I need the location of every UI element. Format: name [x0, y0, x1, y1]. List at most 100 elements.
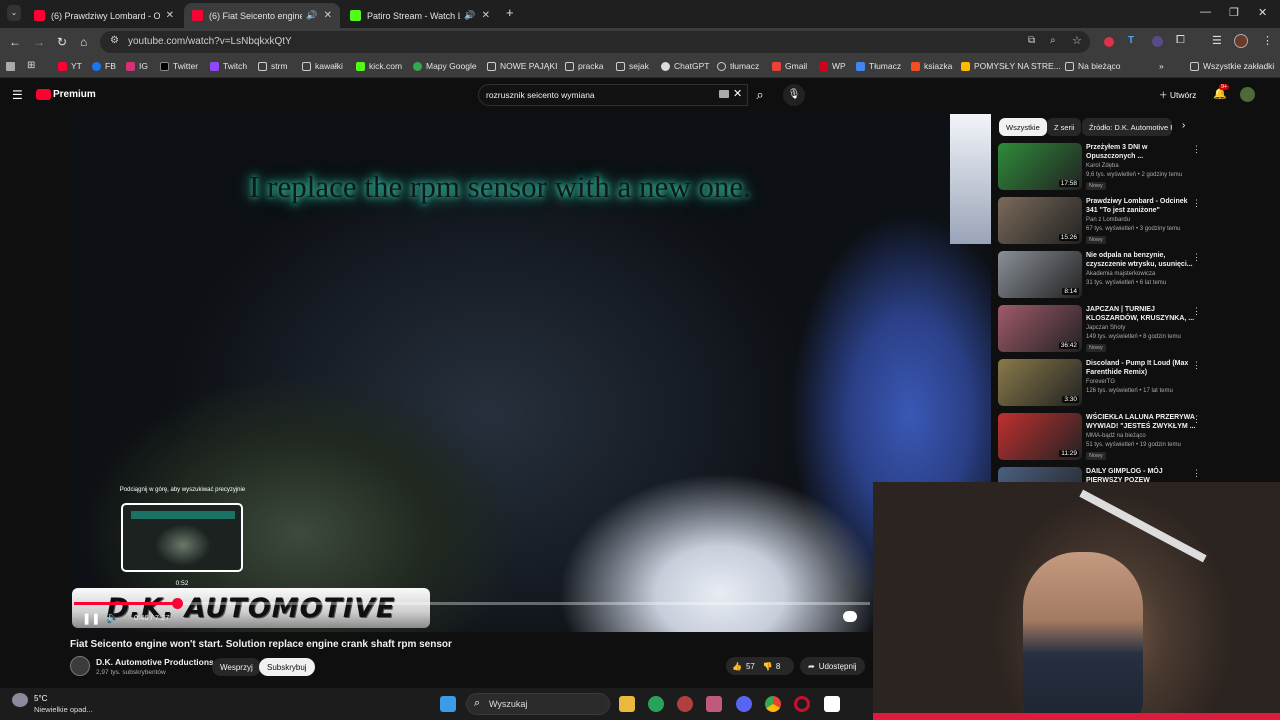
discord-icon[interactable] [736, 696, 752, 712]
search-button-icon[interactable]: ⌕ [748, 84, 772, 106]
all-bookmarks[interactable]: Wszystkie zakładki [1190, 61, 1274, 71]
browser-tab-1[interactable]: (6) Prawdziwy Lombard - Odcin ✕ [26, 3, 182, 28]
browser-tab-3[interactable]: Patiro Stream - Watch Live 🔊 ✕ [342, 3, 498, 28]
keyboard-icon[interactable] [719, 90, 729, 98]
recommendation-title[interactable]: Discoland - Pump It Loud (Max Farenthide… [1086, 359, 1198, 377]
forward-icon[interactable]: → [33, 35, 45, 49]
create-button[interactable]: ＋ Utwórz [1159, 89, 1196, 101]
bookmark-twitter[interactable]: Twitter [160, 61, 198, 71]
translate-extension-icon[interactable]: T [1128, 35, 1134, 46]
support-button[interactable]: Wesprzyj [212, 658, 261, 676]
home-icon[interactable]: ⌂ [80, 35, 87, 49]
bookmark-pomysly[interactable]: POMYSŁY NA STRE... [961, 61, 1061, 71]
more-bookmarks-chevron-icon[interactable]: » [1159, 61, 1164, 71]
file-explorer-icon[interactable] [619, 696, 635, 712]
tab-search-icon[interactable]: ☰ [1212, 34, 1222, 47]
volume-icon[interactable]: 🔈 [106, 611, 120, 624]
browser-tab-2[interactable]: (6) Fiat Seicento engine wo 🔊 ✕ [184, 3, 340, 28]
recommendation-channel[interactable]: Karol Zdęba [1086, 163, 1119, 169]
reading-list-icon[interactable] [6, 62, 15, 71]
pause-icon[interactable]: ❚❚ [82, 612, 100, 625]
bookmark-na-biezaco[interactable]: Na bieżąco [1065, 61, 1121, 71]
bookmark-fb[interactable]: FB [92, 61, 116, 71]
hamburger-menu-icon[interactable]: ☰ [12, 88, 23, 102]
close-tab-icon[interactable]: ✕ [166, 10, 174, 21]
opera-icon[interactable] [794, 696, 810, 712]
bookmark-twitch[interactable]: Twitch [210, 61, 247, 71]
chip-all[interactable]: Wszystkie [999, 118, 1047, 136]
bookmark-ig[interactable]: IG [126, 61, 148, 71]
bookmark-sejak[interactable]: sejak [616, 61, 649, 71]
speaker-icon[interactable]: 🔊 [464, 10, 475, 21]
like-count[interactable]: 57 [746, 662, 755, 671]
recommendation-item[interactable]: 8:14 Nie odpala na benzynie, czyszczenie … [998, 251, 1208, 303]
youtube-premium-logo[interactable]: Premium [53, 89, 96, 100]
site-info-icon[interactable]: ⚙ [110, 35, 119, 46]
recommendation-channel[interactable]: MMA-bądź na bieżąco [1086, 433, 1146, 439]
back-icon[interactable]: ← [9, 35, 21, 49]
like-icon[interactable]: 👍 [732, 662, 742, 671]
subscribe-button[interactable]: Subskrybuj [259, 658, 315, 676]
weather-temp[interactable]: 5°C [34, 694, 47, 703]
search-box[interactable]: rozrusznik seicento wymiana ✕ [478, 84, 748, 106]
bookmark-tlumacz[interactable]: tłumacz [717, 61, 759, 71]
close-tab-icon[interactable]: ✕ [324, 10, 332, 21]
recommendation-channel[interactable]: Pan z Lombardu [1086, 217, 1130, 223]
search-input[interactable]: rozrusznik seicento wymiana [486, 90, 595, 100]
channel-name[interactable]: D.K. Automotive Productions [96, 657, 214, 667]
bookmark-yt[interactable]: YT [58, 61, 82, 71]
bookmark-star-icon[interactable]: ☆ [1072, 34, 1082, 47]
url-text[interactable]: youtube.com/watch?v=LsNbqkxkQtY [128, 36, 292, 47]
minimize-icon[interactable]: — [1200, 6, 1211, 18]
capcut-icon[interactable] [824, 696, 840, 712]
more-actions-icon[interactable]: ⋮ [1192, 306, 1201, 317]
more-actions-icon[interactable]: ⋮ [1192, 198, 1201, 209]
extensions-puzzle-icon[interactable]: ⧠ [1176, 34, 1185, 47]
recommendation-item[interactable]: 17:58 Przeżyłem 3 DNI w Opuszczonych ... K… [998, 143, 1208, 195]
more-actions-icon[interactable]: ⋮ [1192, 414, 1201, 425]
tab-list-chevron-icon[interactable]: ⌄ [7, 5, 21, 21]
bookmark-tlumacz-2[interactable]: Tłumacz [856, 61, 901, 71]
recommendation-item[interactable]: 11:29 WŚCIEKŁA LALUNA PRZERYWA WYWIAD! "J… [998, 413, 1208, 465]
progress-bar[interactable] [74, 598, 870, 609]
recommendation-item[interactable]: 15:26 Prawdziwy Lombard - Odcinek 341 "To… [998, 197, 1208, 249]
recommendation-thumbnail[interactable]: 11:29 [998, 413, 1082, 460]
more-actions-icon[interactable]: ⋮ [1192, 360, 1201, 371]
recommendation-item[interactable]: 36:42 JAPCZAN | TURNIEJ KLOSZARDÓW, KRUSZ… [998, 305, 1208, 357]
youtube-logo-icon[interactable] [36, 89, 51, 100]
profile-avatar-icon[interactable] [1234, 34, 1248, 48]
weather-desc[interactable]: Niewielkie opad... [34, 705, 93, 714]
bookmark-chatgpt[interactable]: ChatGPT [661, 61, 709, 71]
recommendation-channel[interactable]: Japczan Shoty [1086, 325, 1125, 331]
autoplay-toggle-icon[interactable] [843, 611, 857, 622]
zoom-icon[interactable]: ⌕ [1050, 35, 1056, 46]
recommendation-title[interactable]: Nie odpala na benzynie, czyszczenie wtry… [1086, 251, 1198, 269]
recommendation-thumbnail[interactable]: 17:58 [998, 143, 1082, 190]
more-actions-icon[interactable]: ⋮ [1192, 144, 1201, 155]
recommendation-item[interactable]: 3:30 Discoland - Pump It Loud (Max Farent… [998, 359, 1208, 411]
bookmark-nowe-pajaki[interactable]: NOWE PAJĄKI [487, 61, 557, 71]
speaker-icon[interactable]: 🔊 [306, 10, 317, 21]
bookmark-kick[interactable]: kick.com [356, 61, 402, 71]
recommendation-title[interactable]: WŚCIEKŁA LALUNA PRZERYWA WYWIAD! "JESTEŚ… [1086, 413, 1198, 431]
share-button[interactable]: ➦ Udostępnij [800, 657, 865, 675]
channel-avatar[interactable] [70, 656, 90, 676]
clear-search-icon[interactable]: ✕ [733, 87, 742, 100]
app-icon[interactable] [677, 696, 693, 712]
extension-icon[interactable] [1152, 36, 1163, 47]
dislike-icon[interactable]: 👎 [763, 662, 773, 671]
bookmark-kawalki[interactable]: kawałki [302, 61, 343, 71]
voice-search-icon[interactable]: 🎙 [783, 84, 805, 106]
chip-source[interactable]: Źródło: D.K. Automotive Pr [1082, 118, 1172, 136]
record-extension-icon[interactable] [1104, 37, 1114, 47]
recommendation-thumbnail[interactable]: 3:30 [998, 359, 1082, 406]
recommendation-thumbnail[interactable]: 36:42 [998, 305, 1082, 352]
recommendation-title[interactable]: Przeżyłem 3 DNI w Opuszczonych ... [1086, 143, 1198, 161]
bookmark-gmail[interactable]: Gmail [772, 61, 807, 71]
start-menu-icon[interactable] [440, 696, 456, 712]
new-tab-icon[interactable]: + [506, 5, 514, 20]
recommendation-thumbnail[interactable]: 8:14 [998, 251, 1082, 298]
maximize-icon[interactable]: ❐ [1229, 6, 1239, 19]
recommendation-channel[interactable]: Akademia majsterkowicza [1086, 271, 1155, 277]
menu-kebab-icon[interactable]: ⋮ [1262, 34, 1273, 47]
